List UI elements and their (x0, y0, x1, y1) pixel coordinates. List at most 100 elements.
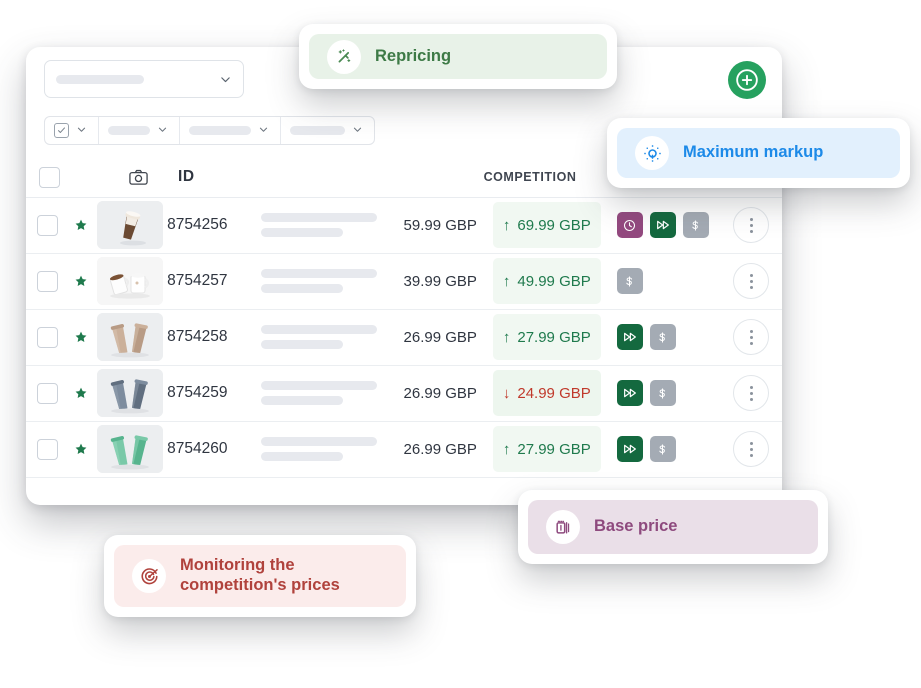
row-price: 26.99 GBP (403, 384, 477, 402)
row-id: 8754256 (167, 216, 228, 233)
arrow-up-icon: ↑ (502, 328, 511, 346)
filter-3-value (290, 126, 345, 135)
row-competition-price: 27.99 GBP (517, 440, 591, 458)
favorite-star-icon[interactable] (70, 218, 93, 232)
favorite-star-icon[interactable] (70, 274, 93, 288)
competition-column-header: COMPETITION (483, 170, 577, 184)
row-price: 26.99 GBP (403, 328, 477, 346)
row-id: 8754259 (167, 384, 228, 401)
chevron-down-icon (258, 124, 271, 137)
row-price: 39.99 GBP (403, 272, 477, 290)
row-description-placeholder (253, 381, 377, 405)
sun-brightness-icon (635, 136, 669, 170)
row-actions-button[interactable] (721, 263, 782, 299)
add-product-button[interactable] (728, 61, 766, 99)
dollar-icon[interactable] (616, 268, 643, 294)
row-tags (616, 268, 721, 294)
row-price: 59.99 GBP (403, 216, 477, 234)
filter-dropdown-1[interactable] (99, 117, 180, 144)
more-options-icon (733, 375, 770, 411)
chip-repricing-label: Repricing (375, 46, 452, 65)
more-options-icon (733, 263, 770, 299)
more-options-icon (733, 319, 770, 355)
chip-base-price[interactable]: Base price (518, 490, 828, 564)
dollar-icon[interactable] (649, 380, 676, 406)
chip-monitoring[interactable]: Monitoring the competition's prices (104, 535, 416, 617)
arrow-down-icon: ↓ (502, 384, 511, 402)
clock-icon[interactable] (616, 212, 643, 238)
row-description-placeholder (253, 325, 377, 349)
filter-dropdown-2[interactable] (180, 117, 281, 144)
row-checkbox[interactable] (26, 326, 70, 348)
magic-wand-icon (327, 39, 361, 74)
chip-maximum-markup-label: Maximum markup (683, 143, 824, 162)
category-select-value (56, 74, 144, 84)
table-row[interactable]: 8754258 26.99 GBP ↑ 27.99 GBP (26, 309, 782, 366)
favorite-star-icon[interactable] (70, 330, 93, 344)
chip-base-price-label: Base price (594, 517, 678, 536)
row-id: 8754260 (167, 440, 228, 457)
arrow-up-icon: ↑ (502, 272, 511, 290)
product-thumbnail[interactable] (93, 201, 167, 249)
row-competition-price: 69.99 GBP (517, 216, 591, 234)
more-options-icon (733, 431, 770, 467)
fast-forward-icon[interactable] (616, 324, 643, 350)
product-thumbnail[interactable] (93, 313, 167, 361)
row-price: 26.99 GBP (403, 440, 477, 458)
row-actions-button[interactable] (721, 431, 782, 467)
favorite-star-icon[interactable] (70, 442, 93, 456)
filter-1-value (108, 126, 150, 135)
dollar-icon[interactable] (649, 436, 676, 462)
chip-repricing[interactable]: Repricing (299, 24, 617, 89)
row-checkbox[interactable] (26, 270, 70, 292)
camera-icon (128, 169, 148, 185)
row-competition: ↓ 24.99 GBP (492, 370, 601, 416)
product-thumbnail[interactable] (93, 369, 167, 417)
filter-select-all[interactable] (45, 117, 99, 144)
row-tags (616, 436, 721, 462)
filter-2-value (189, 126, 251, 135)
table-row[interactable]: 8754257 39.99 GBP ↑ 49.99 GBP (26, 253, 782, 310)
plus-circle-icon (736, 69, 758, 91)
row-competition: ↑ 49.99 GBP (492, 258, 601, 304)
fast-forward-icon[interactable] (616, 436, 643, 462)
row-actions-button[interactable] (721, 207, 782, 243)
fast-forward-icon[interactable] (649, 212, 676, 238)
table-row[interactable]: 8754260 26.99 GBP ↑ 27.99 GBP (26, 421, 782, 478)
row-description-placeholder (253, 269, 377, 293)
chip-maximum-markup[interactable]: Maximum markup (607, 118, 910, 188)
fast-forward-icon[interactable] (616, 380, 643, 406)
chevron-down-icon (157, 124, 170, 137)
photo-column-header (98, 167, 178, 188)
product-thumbnail[interactable] (93, 425, 167, 473)
filter-dropdown-3[interactable] (281, 117, 374, 144)
row-tags (616, 380, 721, 406)
chip-monitoring-label: Monitoring the competition's prices (180, 556, 340, 596)
arrow-up-icon: ↑ (502, 216, 511, 234)
chevron-down-icon (76, 124, 89, 137)
row-tags (616, 324, 721, 350)
row-competition-price: 27.99 GBP (517, 328, 591, 346)
row-competition: ↑ 27.99 GBP (492, 426, 601, 472)
table-row[interactable]: 8754259 26.99 GBP ↓ 24.99 GBP (26, 365, 782, 422)
dollar-icon[interactable] (649, 324, 676, 350)
row-actions-button[interactable] (721, 375, 782, 411)
row-competition-price: 24.99 GBP (517, 384, 591, 402)
favorite-star-icon[interactable] (70, 386, 93, 400)
canvas: ID COMPETITION 8754256 59.99 GBP ↑ 69.99… (0, 0, 921, 688)
select-all-checkbox[interactable] (26, 166, 73, 188)
row-description-placeholder (253, 213, 377, 237)
category-select[interactable] (44, 60, 244, 98)
product-thumbnail[interactable] (93, 257, 167, 305)
row-checkbox[interactable] (26, 382, 70, 404)
row-description-placeholder (253, 437, 377, 461)
price-tag-stack-icon (546, 510, 580, 544)
row-checkbox[interactable] (26, 214, 70, 236)
dollar-icon[interactable] (682, 212, 709, 238)
row-actions-button[interactable] (721, 319, 782, 355)
row-competition: ↑ 69.99 GBP (492, 202, 601, 248)
arrow-up-icon: ↑ (502, 440, 511, 458)
row-checkbox[interactable] (26, 438, 70, 460)
table-row[interactable]: 8754256 59.99 GBP ↑ 69.99 GBP (26, 197, 782, 254)
row-id: 8754258 (167, 328, 228, 345)
